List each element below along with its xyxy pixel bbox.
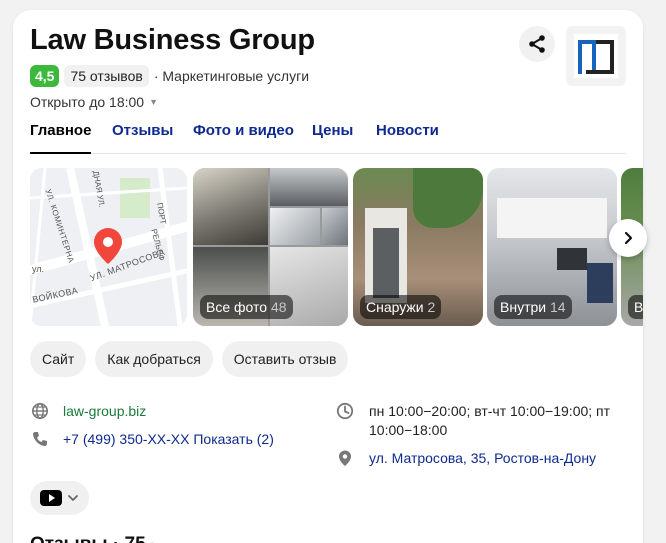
- interior-label: Внутри 14: [494, 295, 572, 319]
- photo-category-label: Внутри: [500, 299, 547, 315]
- exterior-label: Снаружи 2: [360, 295, 442, 319]
- tab-prices[interactable]: Цены: [312, 122, 353, 154]
- hours-status-text: Открыто до 18:00: [30, 94, 145, 110]
- website-button[interactable]: Сайт: [30, 341, 87, 377]
- interior-photos-tile[interactable]: Внутри 14: [487, 168, 617, 326]
- partial-label: В: [628, 295, 643, 319]
- phone-icon: [33, 432, 47, 446]
- clock-icon: [336, 402, 354, 420]
- share-icon: [529, 35, 545, 53]
- map-street-label: ул.: [32, 264, 45, 274]
- phone-number[interactable]: +7 (499) 350-XX-XX Показать (2): [63, 430, 274, 449]
- chevron-right-icon: ›: [151, 537, 156, 543]
- photo-count: 14: [549, 299, 566, 315]
- tab-reviews[interactable]: Отзывы: [112, 122, 173, 154]
- photo-category-label: В: [634, 299, 643, 315]
- business-card: Law Business Group 4,5 75 отзывов · Марк…: [13, 10, 643, 543]
- leave-review-button[interactable]: Оставить отзыв: [221, 341, 349, 377]
- action-buttons: Сайт Как добраться Оставить отзыв: [30, 341, 357, 377]
- chevron-right-icon: [624, 231, 633, 245]
- exterior-photos-tile[interactable]: Снаружи 2: [353, 168, 483, 326]
- globe-icon: [32, 403, 48, 419]
- address-link[interactable]: ул. Матросова, 35, Ростов-на-Дону: [369, 449, 596, 468]
- tab-main[interactable]: Главное: [30, 122, 92, 154]
- gallery-next-button[interactable]: [609, 219, 647, 257]
- hours-status[interactable]: Открыто до 18:00 ▼: [30, 94, 158, 110]
- youtube-icon: [40, 490, 62, 506]
- reviews-count-link[interactable]: 75 отзывов: [64, 65, 149, 87]
- reviews-section-heading[interactable]: Отзывы · 75 ›: [30, 534, 156, 543]
- all-photos-label: Все фото 48: [200, 295, 293, 319]
- photo-count: 2: [427, 299, 436, 315]
- company-logo: [566, 26, 626, 86]
- photo-category-label: Снаружи: [366, 299, 424, 315]
- youtube-button[interactable]: [30, 481, 89, 515]
- location-icon: [339, 450, 351, 466]
- business-category: · Маркетинговые услуги: [153, 68, 310, 84]
- tab-news[interactable]: Новости: [376, 122, 439, 154]
- working-hours: пн 10:00−20:00; вт-чт 10:00−19:00; пт 10…: [369, 403, 611, 438]
- media-gallery: УЛ. КОМИНТЕРНА УЛ. МАТРОСОВА ВОЙКОВА РЕЛ…: [30, 168, 643, 326]
- tab-bar: Главное Отзывы Фото и видео Цены Новости: [30, 122, 626, 154]
- chevron-down-icon: [68, 495, 78, 501]
- reviews-heading-text: Отзывы · 75: [30, 534, 146, 543]
- photo-category-label: Все фото: [206, 299, 268, 315]
- caret-down-icon: ▼: [149, 97, 159, 107]
- rating-badge[interactable]: 4,5: [30, 65, 60, 87]
- photo-count: 48: [270, 299, 287, 315]
- rating-row: 4,5 75 отзывов · Маркетинговые услуги: [30, 65, 309, 87]
- directions-button[interactable]: Как добраться: [95, 341, 213, 377]
- all-photos-tile[interactable]: Все фото 48: [193, 168, 348, 326]
- website-link[interactable]: law-group.biz: [63, 402, 146, 421]
- map-tile[interactable]: УЛ. КОМИНТЕРНА УЛ. МАТРОСОВА ВОЙКОВА РЕЛ…: [30, 168, 187, 326]
- share-button[interactable]: [519, 26, 555, 62]
- tab-photos[interactable]: Фото и видео: [193, 122, 294, 154]
- business-title: Law Business Group: [30, 24, 315, 56]
